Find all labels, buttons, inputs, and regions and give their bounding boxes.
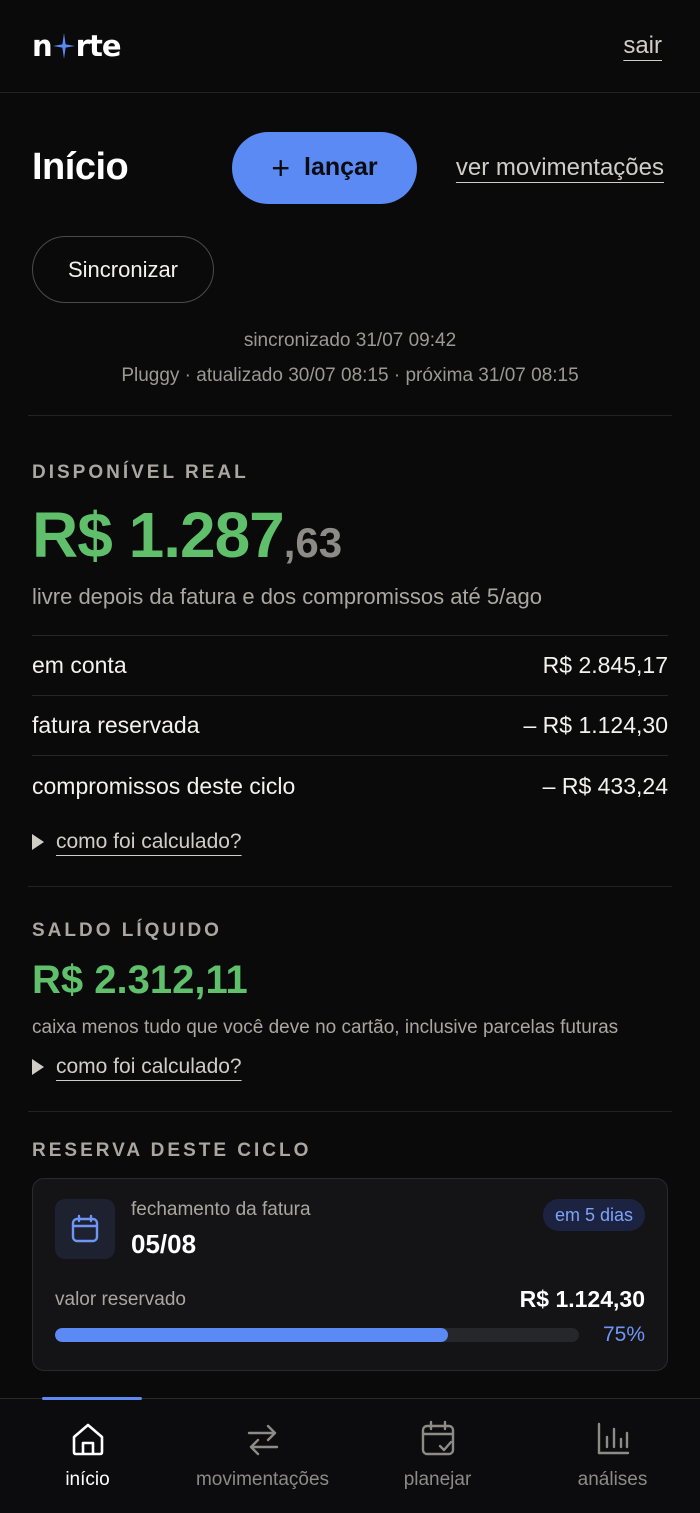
breakdown-value: R$ 2.845,17 [542,652,668,678]
available-amount-main: R$ 1.287 [32,499,285,571]
bottom-nav: início movimentações planejar análises [0,1397,700,1513]
reserved-value: R$ 1.124,30 [519,1286,645,1312]
bar-chart-icon [597,1422,629,1455]
nav-item-movimentacoes[interactable]: movimentações [175,1399,350,1513]
progress-track [55,1328,579,1342]
view-movements-link[interactable]: ver movimentações [456,154,664,182]
star-icon [52,33,75,59]
calendar-check-icon [421,1420,454,1456]
net-section: SALDO LÍQUIDO R$ 2.312,11 caixa menos tu… [0,887,700,1079]
top-bar: n rte sair [0,0,700,93]
launch-button-label: lançar [304,153,378,181]
how-calculated-link[interactable]: como foi calculado? [56,830,242,854]
nav-label: início [65,1469,110,1490]
progress-fill [55,1328,448,1342]
sync-provider-line: Pluggy · atualizado 30/07 08:15 · próxim… [121,365,579,386]
closing-label: fechamento da fatura [131,1199,311,1220]
plus-icon: + [271,149,290,186]
page-title: Início [32,146,129,188]
reserve-card-header: fechamento da fatura 05/08 em 5 dias [55,1199,645,1260]
net-subtitle: caixa menos tudo que você deve no cartão… [32,1017,619,1038]
net-how-calculated[interactable]: como foi calculado? [32,1055,668,1079]
breakdown-value: – R$ 433,24 [542,772,668,799]
breakdown-list: em conta R$ 2.845,17 fatura reservada – … [32,635,668,816]
arrows-icon [247,1424,278,1456]
available-amount-cents: ,63 [283,519,343,566]
page-header: Início + lançar ver movimentações [0,131,700,204]
reserve-section: RESERVA DESTE CICLO [0,1112,700,1162]
sync-status-line: sincronizado 31/07 09:42 [243,330,457,351]
available-section: DISPONÍVEL REAL R$ 1.287 ,63 livre depoi… [0,416,700,854]
home-icon [72,1423,103,1456]
reserve-eyebrow: RESERVA DESTE CICLO [32,1140,312,1161]
reserve-card[interactable]: fechamento da fatura 05/08 em 5 dias val… [32,1178,668,1371]
progress-percent: 75% [602,1323,645,1346]
available-amount: R$ 1.287 ,63 [32,498,668,572]
calendar-icon [55,1199,115,1259]
launch-button[interactable]: + lançar [232,131,417,204]
breakdown-row: em conta R$ 2.845,17 [32,636,668,696]
available-subtitle: livre depois da fatura e dos compromisso… [32,584,542,609]
nav-label: análises [577,1469,648,1490]
nav-label: planejar [403,1469,472,1490]
breakdown-label: fatura reservada [32,712,200,738]
closing-info: fechamento da fatura 05/08 [131,1199,311,1260]
breakdown-value: – R$ 1.124,30 [523,712,668,738]
sync-button[interactable]: Sincronizar [32,236,214,303]
nav-item-planejar[interactable]: planejar [350,1399,525,1513]
logo-text-right: rte [75,29,122,63]
reserved-value-row: valor reservado R$ 1.124,30 [55,1286,645,1313]
net-amount: R$ 2.312,11 [32,958,248,1002]
how-calculated-link[interactable]: como foi calculado? [56,1055,242,1079]
triangle-right-icon [32,834,44,850]
norte-logo[interactable]: n rte [32,29,121,63]
breakdown-row: fatura reservada – R$ 1.124,30 [32,696,668,756]
breakdown-label: compromissos deste ciclo [32,772,296,799]
triangle-right-icon [32,1059,44,1075]
nav-item-analises[interactable]: análises [525,1399,700,1513]
available-how-calculated[interactable]: como foi calculado? [32,830,668,854]
logo-text-left: n [32,29,53,63]
breakdown-label: em conta [32,652,127,678]
reserve-progress: 75% [55,1323,645,1347]
sync-status: sincronizado 31/07 09:42 Pluggy · atuali… [0,323,700,393]
days-badge: em 5 dias [542,1199,645,1231]
logout-link[interactable]: sair [623,32,662,60]
net-eyebrow: SALDO LÍQUIDO [32,920,222,941]
breakdown-row: compromissos deste ciclo – R$ 433,24 [32,756,668,816]
nav-label: movimentações [195,1469,330,1490]
closing-date: 05/08 [131,1229,197,1259]
available-eyebrow: DISPONÍVEL REAL [32,462,249,483]
nav-item-inicio[interactable]: início [0,1399,175,1513]
reserved-label: valor reservado [55,1288,186,1310]
